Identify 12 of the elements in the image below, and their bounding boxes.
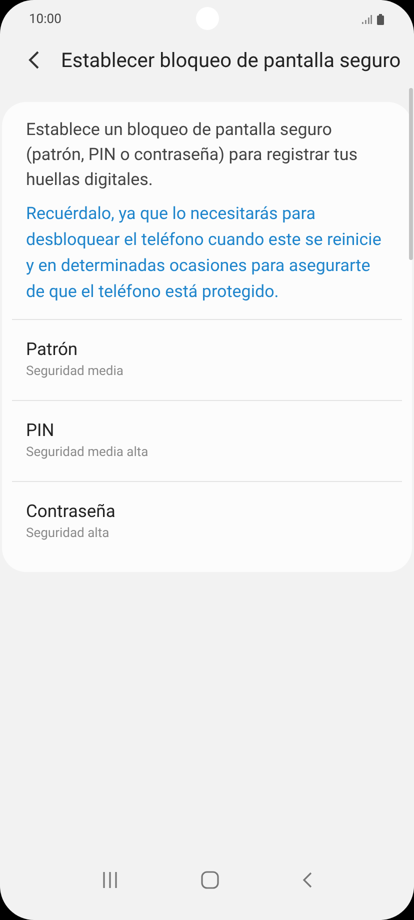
note-text: Recuérdalo, ya que lo necesitarás para desbloquear el teléfono cuando este se reinicie y en determinadas ocasiones para asegurarte de que el teléfono está protegido. — [26, 203, 382, 304]
lock-option[interactable]: Contraseña Seguridad alta — [12, 481, 402, 562]
status-time: 10:00 — [29, 12, 62, 26]
signal-icon — [362, 14, 372, 24]
battery-icon — [377, 14, 384, 24]
home-icon[interactable] — [200, 871, 219, 889]
back-icon[interactable] — [302, 872, 312, 888]
lock-option[interactable]: Patrón Seguridad media — [12, 319, 402, 400]
recent-apps-icon[interactable] — [102, 872, 118, 888]
page-title: Establecer bloqueo de pantalla seguro — [61, 48, 401, 72]
description-text: Establece un bloqueo de pantalla seguro (patrón, PIN o contraseña) para registrar tus huellas digitales. — [26, 119, 358, 192]
lock-option[interactable]: PIN Seguridad media alta — [12, 400, 402, 481]
